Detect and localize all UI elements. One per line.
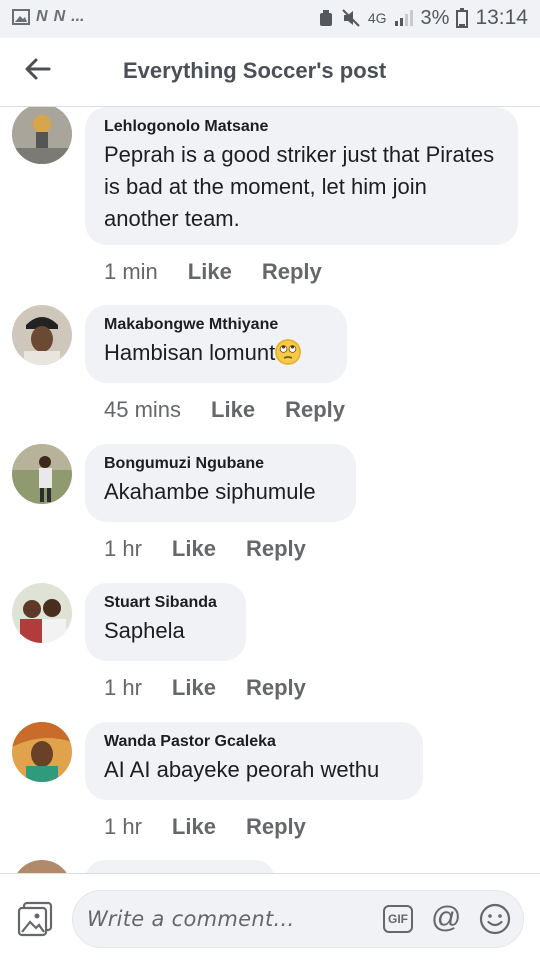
avatar[interactable] [12, 583, 72, 643]
avatar[interactable] [12, 860, 72, 873]
status-right: 4G 3% 13:14 [318, 6, 528, 30]
page-title: Everything Soccer's post [123, 58, 387, 83]
comment-author[interactable]: Stuart Sibanda [104, 594, 226, 612]
image-icon [12, 9, 30, 25]
reply-button[interactable]: Reply [246, 675, 306, 701]
comment-input[interactable]: Write a comment... GIF @ [72, 890, 524, 948]
comment-text: Hambisan lomunt [104, 340, 276, 365]
reply-button[interactable]: Reply [246, 814, 306, 840]
smiley-icon[interactable] [479, 903, 511, 935]
gif-button[interactable]: GIF [383, 905, 413, 933]
avatar[interactable] [12, 107, 72, 164]
clock: 13:14 [475, 6, 528, 29]
battery-percent: 3% [420, 6, 450, 29]
like-button[interactable]: Like [172, 814, 216, 840]
photo-icon[interactable] [17, 901, 53, 937]
comment-author[interactable]: Makabongwe Mthiyane [104, 316, 327, 334]
comment-author[interactable]: Wanda Pastor Gcaleka [104, 733, 403, 751]
comment-list[interactable]: Lehlogonolo Matsane Peprah is a good str… [0, 107, 540, 873]
comment-bubble[interactable]: Makabongwe Mthiyane Hambisan lomunt [85, 305, 347, 383]
like-button[interactable]: Like [172, 675, 216, 701]
network-type: 4G [367, 10, 387, 26]
signal-icon [394, 10, 413, 26]
comment-composer: Write a comment... GIF @ [0, 873, 540, 961]
comment-actions: 1 hr Like Reply [104, 675, 306, 701]
comment-bubble[interactable] [85, 860, 275, 873]
reply-button[interactable]: Reply [285, 397, 345, 423]
comment-actions: 1 min Like Reply [104, 259, 322, 285]
comment-bubble[interactable]: Bongumuzi Ngubane Akahambe siphumule [85, 444, 356, 522]
app-bar: Everything Soccer's post [0, 38, 540, 107]
back-arrow-icon[interactable] [22, 54, 52, 84]
comment-bubble[interactable]: Stuart Sibanda Saphela [85, 583, 246, 661]
mute-icon [342, 9, 360, 27]
comment-actions: 1 hr Like Reply [104, 536, 306, 562]
comment-time: 1 min [104, 259, 158, 284]
status-left: N N ... [12, 8, 84, 26]
comment-author[interactable]: Lehlogonolo Matsane [104, 118, 498, 136]
comment-text-line: Hambisan lomunt [104, 337, 327, 369]
comment-bubble[interactable]: Wanda Pastor Gcaleka AI AI abayeke peora… [85, 722, 423, 800]
avatar[interactable] [12, 722, 72, 782]
rolling-eyes-emoji-icon [275, 339, 302, 365]
reply-button[interactable]: Reply [262, 259, 322, 285]
reply-button[interactable]: Reply [246, 536, 306, 562]
comment-time: 45 mins [104, 397, 182, 422]
comment-time: 1 hr [104, 814, 142, 839]
comment-text: AI AI abayeke peorah wethu [104, 757, 380, 782]
overflow-dots: ... [71, 8, 85, 25]
comment-time: 1 hr [104, 536, 142, 561]
comment-input-placeholder: Write a comment... [87, 907, 295, 931]
like-button[interactable]: Like [172, 536, 216, 562]
like-button[interactable]: Like [211, 397, 255, 423]
status-bar: N N ... 4G 3% 13:14 [0, 0, 540, 38]
avatar[interactable] [12, 444, 72, 504]
comment-text: Saphela [104, 618, 185, 643]
comment-author[interactable]: Bongumuzi Ngubane [104, 455, 336, 473]
comment-time: 1 hr [104, 675, 142, 700]
comment-bubble[interactable]: Lehlogonolo Matsane Peprah is a good str… [85, 107, 518, 245]
alarm-icon [319, 10, 332, 26]
mention-button[interactable]: @ [431, 901, 461, 935]
comment-text: Peprah is a good striker just that Pirat… [104, 142, 495, 231]
n-icon: N [36, 8, 48, 25]
battery-icon [456, 8, 469, 28]
comment-actions: 45 mins Like Reply [104, 397, 345, 423]
n-icon: N [53, 8, 66, 25]
avatar[interactable] [12, 305, 72, 365]
comment-text: Akahambe siphumule [104, 479, 316, 504]
like-button[interactable]: Like [188, 259, 232, 285]
comment-actions: 1 hr Like Reply [104, 814, 306, 840]
